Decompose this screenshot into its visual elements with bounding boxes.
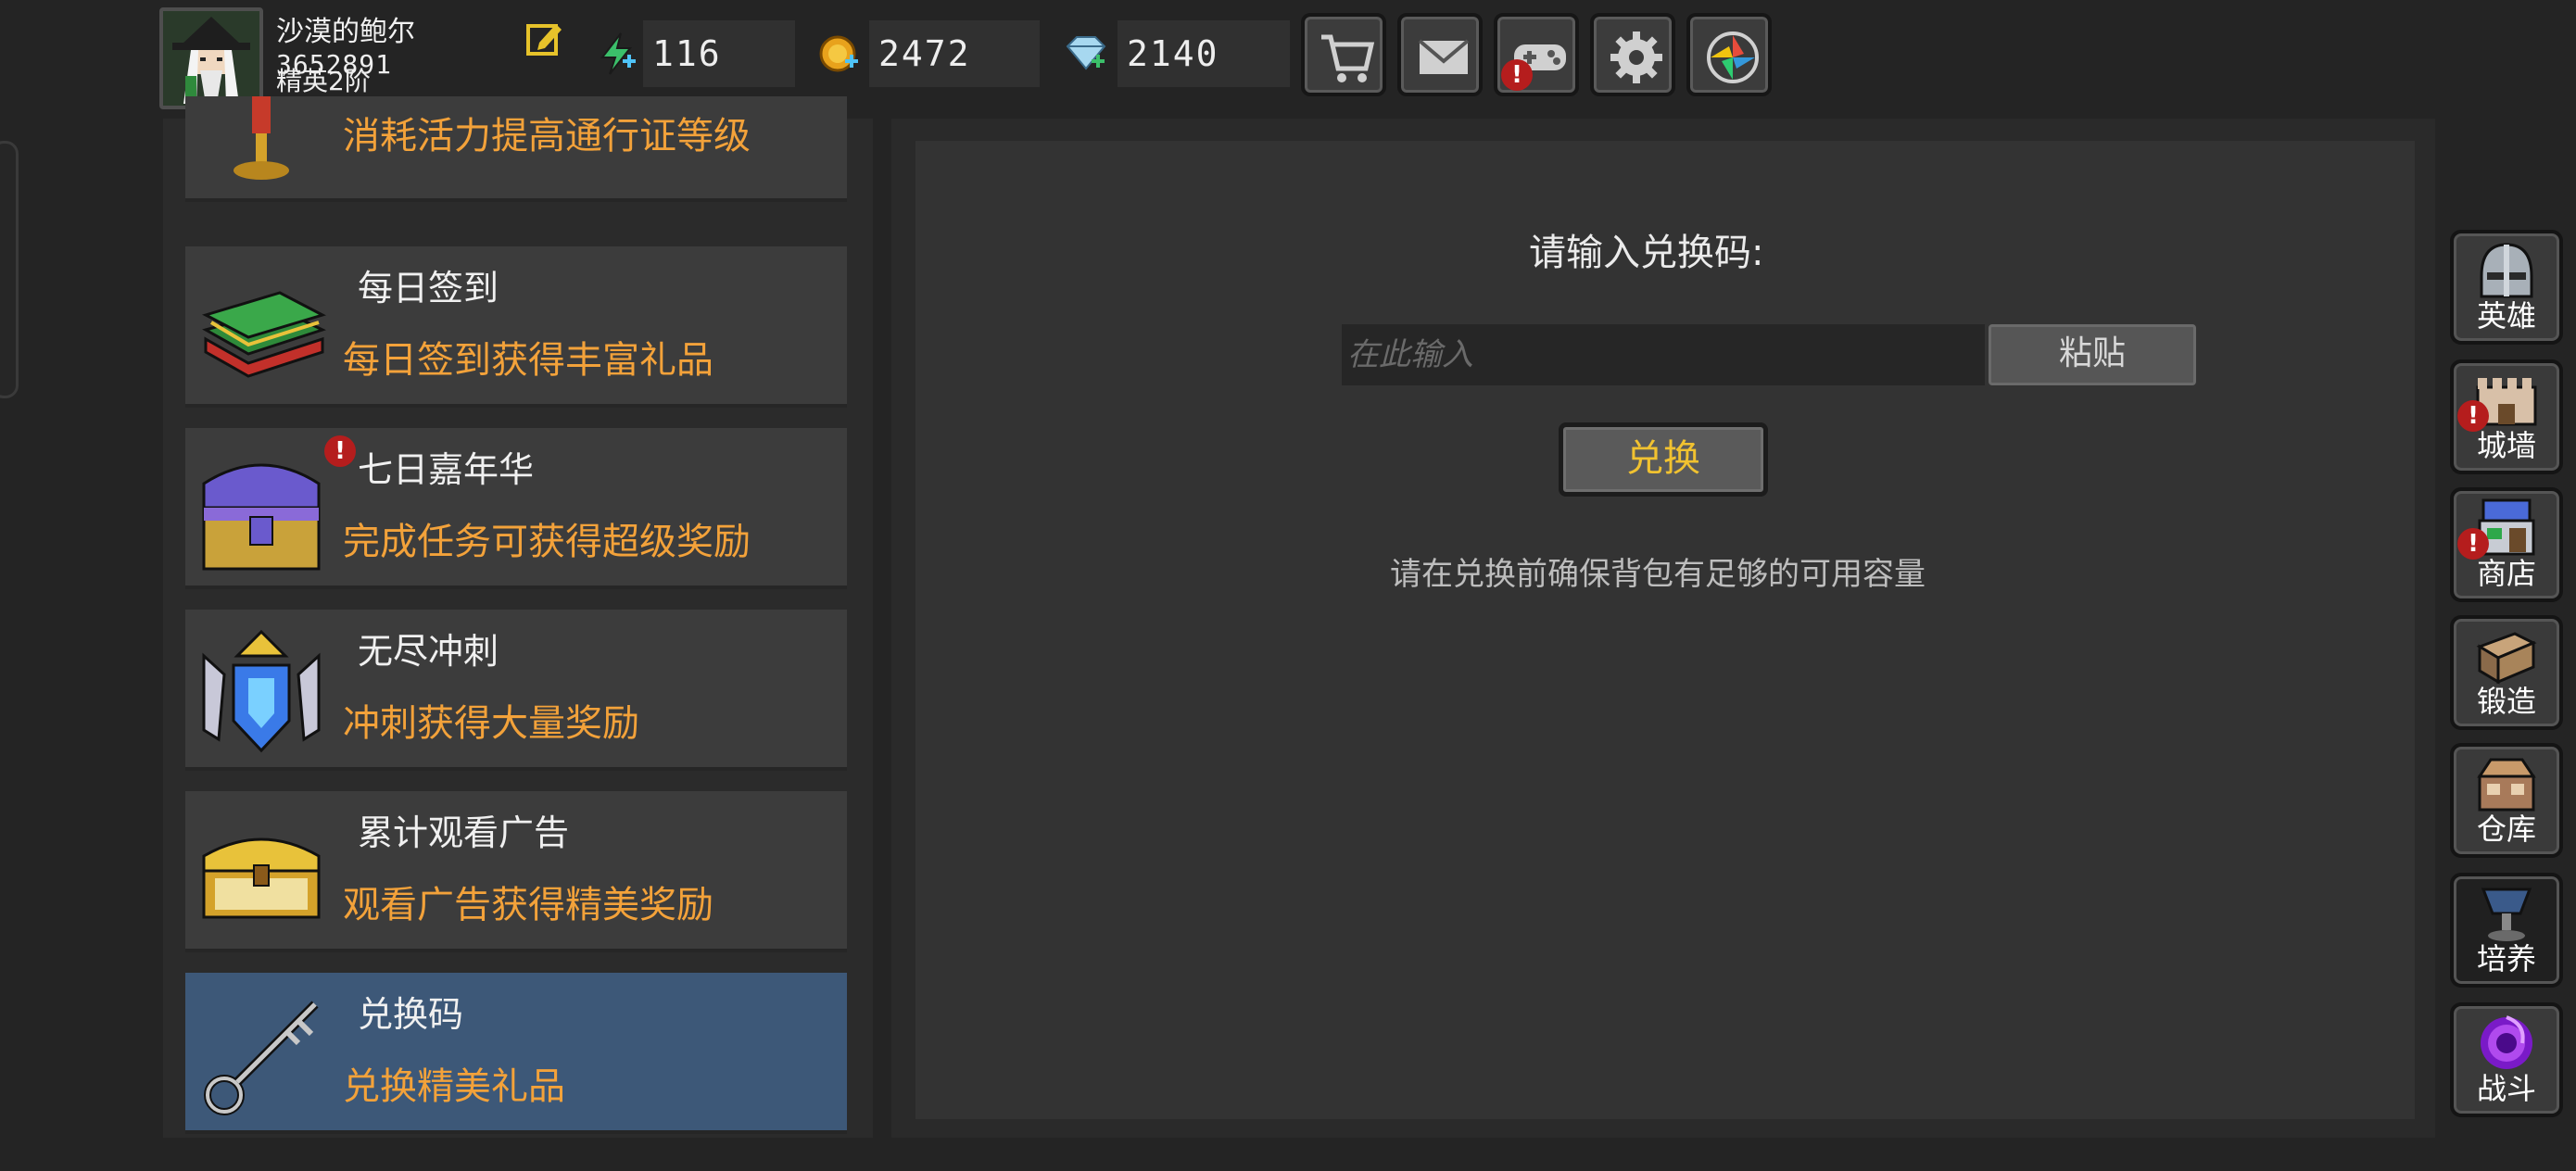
event-title: 累计观看广告 (358, 812, 570, 853)
redeem-code-input[interactable] (1342, 324, 1985, 385)
sidebar-label: 城墙 (2476, 428, 2536, 463)
redeem-prompt-title: 请输入兑换码: (1529, 232, 1764, 274)
sidebar-label: 锻造 (2476, 684, 2536, 719)
gold-value: 2472 (878, 33, 971, 74)
gear-icon (1610, 31, 1662, 83)
settings-button[interactable] (1590, 13, 1675, 96)
redeem-panel (915, 141, 2415, 1119)
redeem-capacity-note: 请在兑换前确保背包有足够的可用容量 (1390, 556, 1926, 593)
diamond-counter: 2140 (1118, 20, 1290, 87)
gold-chest-icon (202, 837, 321, 919)
sidebar-warehouse-button[interactable]: 仓库 (2450, 743, 2563, 858)
event-desc: 观看广告获得精美奖励 (343, 884, 713, 926)
event-title: 每日签到 (358, 268, 499, 308)
energy-icon (595, 31, 639, 76)
sidebar-label: 仓库 (2476, 812, 2536, 847)
diamond-icon (1064, 31, 1108, 76)
crystal-crest-icon (202, 629, 321, 753)
sidebar-label: 英雄 (2476, 298, 2536, 334)
sidebar-hero-button[interactable]: 英雄 (2450, 230, 2563, 345)
event-item-seven-day-carnival[interactable]: ! 七日嘉年华 完成任务可获得超级奖励 (185, 428, 847, 589)
event-title: 兑换码 (358, 994, 464, 1035)
event-desc: 消耗活力提高通行证等级 (343, 115, 751, 157)
aperture-icon (1707, 31, 1759, 83)
sidebar-shop-button[interactable]: ! 商店 (2450, 487, 2563, 602)
event-desc: 每日签到获得丰富礼品 (343, 339, 713, 382)
trophy-icon (234, 96, 289, 180)
purple-chest-icon (202, 463, 321, 571)
event-list-panel[interactable]: 消耗活力提高通行证等级 每日签到 每日签到获得丰富礼品 ! 七日嘉年华 完成任务… (163, 96, 873, 1138)
edit-name-icon[interactable] (524, 19, 565, 59)
gamepad-alert-badge: ! (1501, 59, 1533, 91)
event-item-redeem-code[interactable]: 兑换码 兑换精美礼品 (185, 973, 847, 1134)
sidebar-cultivate-button[interactable]: 培养 (2450, 873, 2563, 988)
collapsed-side-tab[interactable] (0, 141, 19, 398)
sidebar-forge-button[interactable]: 锻造 (2450, 615, 2563, 730)
carnival-alert-badge: ! (324, 435, 356, 467)
redeem-button[interactable]: 兑换 (1559, 422, 1768, 497)
gold-coin-icon (817, 31, 862, 76)
gamepad-button[interactable]: ! (1494, 13, 1579, 96)
cart-icon (1321, 34, 1375, 82)
event-title: 七日嘉年华 (358, 449, 535, 490)
event-desc: 完成任务可获得超级奖励 (343, 521, 751, 563)
sidebar-label: 商店 (2476, 556, 2536, 591)
sidebar-wall-button[interactable]: ! 城墙 (2450, 359, 2563, 474)
shop-cart-button[interactable] (1301, 13, 1386, 96)
event-title: 无尽冲刺 (358, 631, 499, 672)
event-item-endless-sprint[interactable]: 无尽冲刺 冲刺获得大量奖励 (185, 610, 847, 771)
sidebar-label: 培养 (2476, 941, 2536, 976)
avatar[interactable] (159, 7, 263, 109)
paste-button[interactable]: 粘贴 (1989, 324, 2196, 385)
event-item-watch-ads[interactable]: 累计观看广告 观看广告获得精美奖励 (185, 791, 847, 952)
player-rank: 精英2阶 (276, 66, 371, 96)
mail-button[interactable] (1397, 13, 1483, 96)
camera-aperture-button[interactable] (1686, 13, 1772, 96)
energy-value: 116 (652, 33, 722, 74)
energy-counter: 116 (643, 20, 795, 87)
sidebar-label: 战斗 (2476, 1071, 2536, 1106)
sidebar-battle-button[interactable]: 战斗 (2450, 1002, 2563, 1117)
event-item-battle-pass[interactable]: 消耗活力提高通行证等级 (185, 96, 847, 202)
key-icon (204, 1001, 319, 1115)
mail-icon (1418, 39, 1470, 74)
diamond-value: 2140 (1127, 33, 1219, 74)
gold-counter: 2472 (869, 20, 1040, 87)
book-stack-icon (202, 291, 326, 378)
event-item-daily-checkin[interactable]: 每日签到 每日签到获得丰富礼品 (185, 246, 847, 408)
event-desc: 冲刺获得大量奖励 (343, 702, 639, 745)
event-desc: 兑换精美礼品 (343, 1065, 565, 1108)
player-name: 沙漠的鲍尔 (276, 16, 415, 48)
